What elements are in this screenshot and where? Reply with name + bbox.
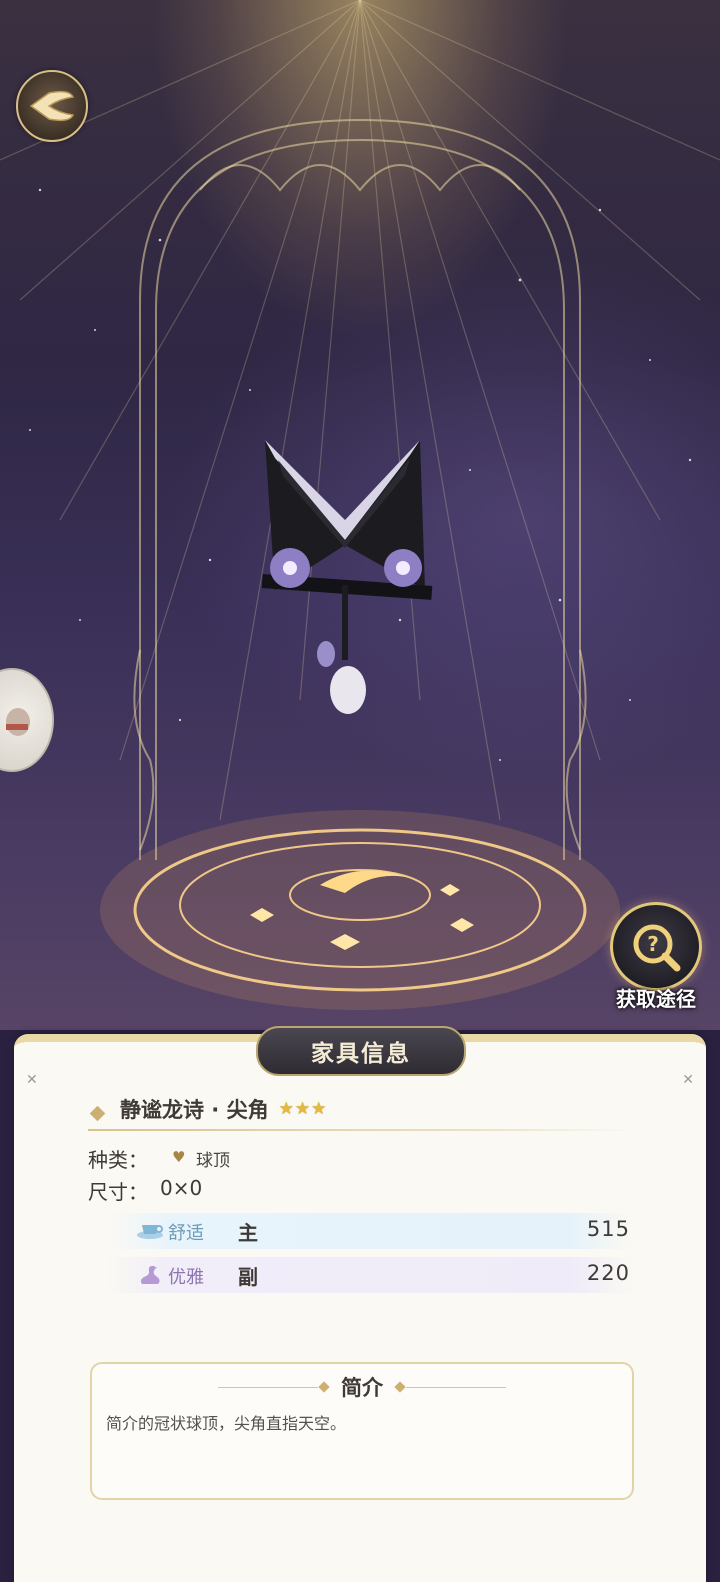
stat-row-comfort: 舒适 主 515 (106, 1213, 634, 1249)
stat-value: 515 (586, 1217, 630, 1241)
diamond-bullet-icon (89, 1105, 106, 1122)
stat-name: 优雅 (168, 1267, 204, 1288)
stat-role: 副 (238, 1265, 258, 1289)
starry-background (0, 0, 720, 1010)
stat-name: 舒适 (168, 1223, 204, 1244)
intro-title: 简介 (341, 1376, 383, 1400)
dome-icon: ♥ (172, 1148, 186, 1166)
magnifier-question-icon: ? (633, 924, 681, 971)
size-value: 0×0 (160, 1176, 203, 1200)
size-label: 尺寸： (88, 1180, 148, 1204)
preview-scene: ? 获取途径 (0, 0, 720, 1030)
item-name: 静谧龙诗 · 尖角 (120, 1098, 269, 1122)
type-value: 球顶 (196, 1151, 230, 1171)
star-icon: ★ (294, 1099, 311, 1119)
stat-row-elegance: 优雅 副 220 (106, 1257, 634, 1293)
stat-value: 220 (586, 1261, 630, 1285)
type-label: 种类： (88, 1148, 148, 1172)
character-icon (6, 708, 30, 736)
corner-ornament-icon: ✕ (26, 1072, 38, 1088)
item-name-row: 静谧龙诗 · 尖角 ★ ★ ★ (120, 1094, 326, 1124)
intro-box: 简介 简介的冠状球顶，尖角直指天空。 (90, 1362, 634, 1500)
star-icon: ★ (278, 1099, 294, 1119)
panel-title: 家具信息 (256, 1026, 466, 1076)
swan-icon (136, 1262, 164, 1288)
divider (406, 1387, 506, 1388)
svg-text:?: ? (647, 932, 659, 956)
acquire-path-label: 获取途径 (616, 987, 696, 1011)
teacup-icon (136, 1218, 164, 1244)
back-button[interactable] (16, 70, 88, 142)
furniture-info-panel: 家具信息 ✕ ✕ 静谧龙诗 · 尖角 ★ ★ ★ 种类： ♥ 球顶 尺寸： 0×… (14, 1026, 706, 1582)
intro-text: 简介的冠状球顶，尖角直指天空。 (106, 1414, 347, 1433)
rarity-stars: ★ ★ ★ (279, 1099, 327, 1119)
furniture-model (261, 440, 433, 714)
back-wing-icon (29, 90, 75, 122)
corner-ornament-icon: ✕ (682, 1072, 694, 1088)
acquire-path-button[interactable]: ? 获取途径 (606, 902, 706, 1012)
character-avatar-button[interactable] (0, 668, 54, 772)
acquire-ring: ? (610, 902, 702, 991)
stat-role: 主 (238, 1221, 258, 1245)
divider (88, 1129, 634, 1131)
star-icon: ★ (311, 1099, 327, 1119)
